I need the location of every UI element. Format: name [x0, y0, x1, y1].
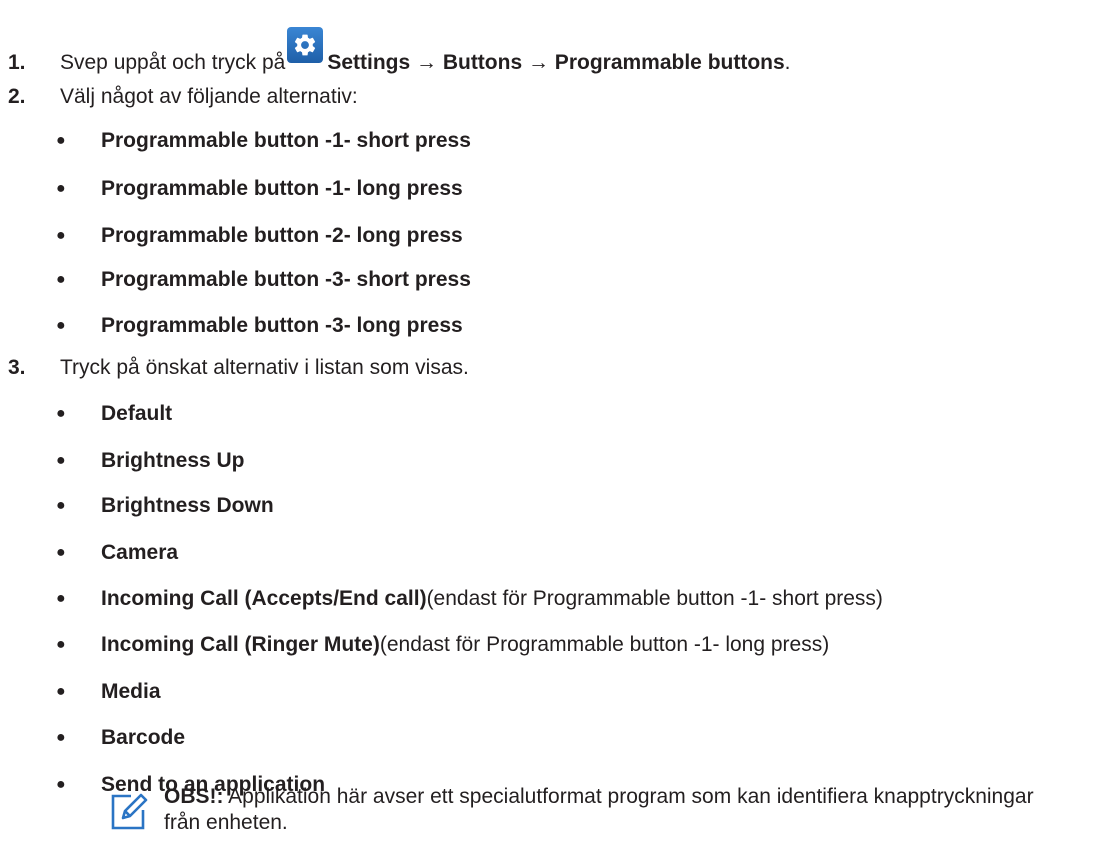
note-pencil-icon	[111, 793, 148, 830]
list-item: ● Camera	[56, 541, 179, 564]
bullet-icon: ●	[56, 317, 66, 334]
bullet-icon: ●	[56, 544, 66, 561]
note-label: OBS!:	[164, 785, 224, 808]
bullet-icon: ●	[56, 776, 66, 793]
bullet-icon: ●	[56, 683, 66, 700]
step-number: 1.	[8, 51, 26, 74]
step-text: Tryck på önskat alternativ i listan som …	[60, 356, 469, 379]
bullet-icon: ●	[56, 132, 66, 149]
list-item: ● Programmable button -3- long press	[56, 314, 463, 337]
list-item: ● Brightness Up	[56, 449, 245, 472]
list-item: ● Incoming Call (Accepts/End call)(endast…	[56, 587, 883, 610]
note-text: OBS!: Applikation här avser ett specialu…	[164, 785, 1034, 834]
list-item: ● Media	[56, 680, 161, 703]
settings-path: Settings → Buttons → Programmable button…	[327, 51, 785, 74]
list-item: ● Barcode	[56, 726, 186, 749]
step-text: Svep uppåt och tryck på Settings → Button…	[60, 27, 791, 76]
list-item: ● Programmable button -1- short press	[56, 129, 471, 152]
bullet-icon: ●	[56, 227, 66, 244]
bullet-icon: ●	[56, 590, 66, 607]
step-3: 3. Tryck på önskat alternativ i listan so…	[8, 355, 469, 381]
list-item: ● Incoming Call (Ringer Mute)(endast för …	[56, 633, 830, 656]
instruction-document: 1. Svep uppåt och tryck på Settings → Butt…	[0, 0, 1097, 865]
settings-gear-icon	[287, 27, 324, 63]
step-text: Välj något av följande alternativ:	[60, 85, 358, 108]
step-number: 2.	[8, 85, 26, 108]
step-2: 2. Välj något av följande alternativ:	[8, 84, 358, 110]
bullet-icon: ●	[56, 271, 66, 288]
bullet-icon: ●	[56, 452, 66, 469]
step-1: 1. Svep uppåt och tryck på Settings → Butt…	[8, 27, 791, 74]
bullet-icon: ●	[56, 636, 66, 653]
bullet-icon: ●	[56, 497, 66, 514]
list-item: ● Brightness Down	[56, 494, 274, 517]
bullet-icon: ●	[56, 729, 66, 746]
list-item: ● Programmable button -3- short press	[56, 268, 471, 291]
list-item: ● Programmable button -2- long press	[56, 224, 463, 247]
list-item: ● Programmable button -1- long press	[56, 177, 463, 200]
bullet-icon: ●	[56, 405, 66, 422]
list-item: ● Default	[56, 402, 173, 425]
bullet-icon: ●	[56, 180, 66, 197]
step-number: 3.	[8, 356, 26, 379]
